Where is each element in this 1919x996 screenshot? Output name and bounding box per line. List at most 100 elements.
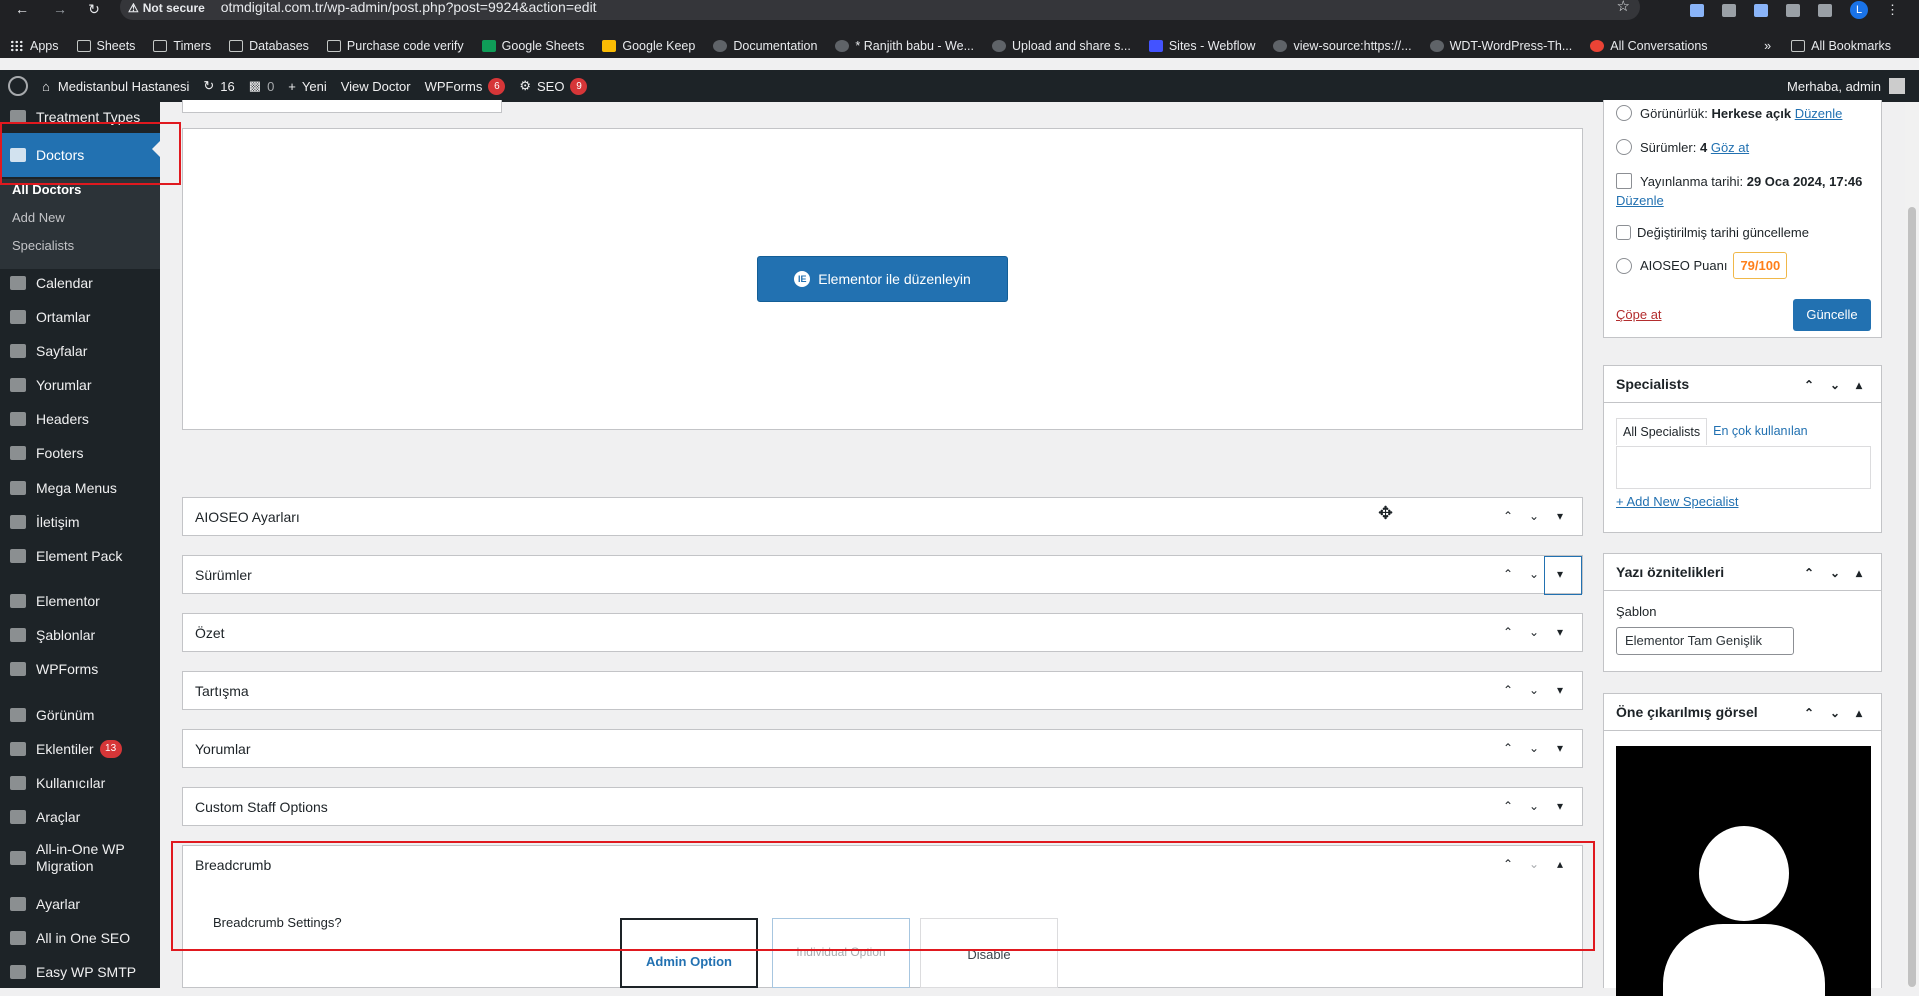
move-up-icon[interactable]: ⌃ [1501, 799, 1515, 813]
tab-most-used[interactable]: En çok kullanılan [1707, 418, 1814, 445]
move-up-icon[interactable]: ⌃ [1501, 741, 1515, 755]
move-down-icon[interactable]: ⌄ [1527, 799, 1541, 813]
menu-sablonlar[interactable]: Şablonlar [0, 618, 160, 652]
address-bar[interactable]: Not secure otmdigital.com.tr/wp-admin/po… [120, 0, 1640, 20]
menu-all-in-one-migration[interactable]: All-in-One WP Migration [0, 837, 160, 879]
all-bookmarks[interactable]: All Bookmarks [1791, 39, 1891, 53]
profile-avatar[interactable]: L [1850, 1, 1868, 19]
menu-yorumlar[interactable]: Yorumlar [0, 368, 160, 402]
toggle-icon[interactable]: ▴ [1856, 706, 1862, 720]
menu-all-in-one-seo[interactable]: All in One SEO [0, 921, 160, 955]
visibility-edit-link[interactable]: Düzenle [1795, 106, 1843, 121]
extension-icon[interactable] [1690, 3, 1704, 17]
move-up-icon[interactable]: ⌃ [1804, 566, 1814, 580]
bookmark-webflow[interactable]: Sites - Webflow [1148, 39, 1255, 53]
bookmark-slack[interactable]: * Ranjith babu - We... [835, 39, 974, 53]
metabox-ozet[interactable]: Özet ⌃ ⌄ ▾ [182, 613, 1583, 652]
bookmark-conversations[interactable]: All Conversations [1590, 39, 1708, 53]
menu-ortamlar[interactable]: Ortamlar [0, 300, 160, 334]
metabox-tartisma[interactable]: Tartışma ⌃ ⌄ ▾ [182, 671, 1583, 710]
toggle-icon[interactable]: ▴ [1856, 378, 1862, 392]
reload-icon[interactable]: ↻ [84, 0, 104, 18]
bookmark-documentation[interactable]: Documentation [713, 39, 817, 53]
move-up-icon[interactable]: ⌃ [1501, 625, 1515, 639]
move-down-icon[interactable]: ⌄ [1830, 566, 1840, 580]
view-doctor-link[interactable]: View Doctor [341, 79, 411, 94]
side-panel-icon[interactable] [1818, 3, 1832, 17]
site-name-link[interactable]: ⌂ Medistanbul Hastanesi [42, 79, 189, 94]
tab-all-specialists[interactable]: All Specialists [1616, 418, 1708, 445]
wpforms-link[interactable]: WPForms 6 [425, 77, 506, 95]
metabox-aioseo[interactable]: AIOSEO Ayarları ✥ ⌃ ⌄ ▾ [182, 497, 1583, 536]
new-link[interactable]: + Yeni [288, 79, 326, 94]
toggle-icon[interactable]: ▾ [1553, 741, 1567, 755]
bookmark-sheets[interactable]: Sheets [76, 39, 135, 53]
submenu-specialists[interactable]: Specialists [12, 238, 74, 253]
menu-element-pack[interactable]: Element Pack [0, 539, 160, 573]
menu-elementor[interactable]: Elementor [0, 584, 160, 618]
toggle-icon[interactable]: ▾ [1553, 567, 1567, 581]
move-up-icon[interactable]: ⌃ [1501, 683, 1515, 697]
menu-iletisim[interactable]: İletişim [0, 505, 160, 539]
toggle-icon[interactable]: ▾ [1553, 625, 1567, 639]
add-new-specialist-link[interactable]: + Add New Specialist [1616, 494, 1738, 509]
menu-mega-menus[interactable]: Mega Menus [0, 471, 160, 505]
move-down-icon[interactable]: ⌄ [1830, 706, 1840, 720]
url-text[interactable]: otmdigital.com.tr/wp-admin/post.php?post… [221, 0, 597, 15]
move-down-icon[interactable]: ⌄ [1527, 625, 1541, 639]
move-up-icon[interactable]: ⌃ [1501, 509, 1515, 523]
menu-headers[interactable]: Headers [0, 402, 160, 436]
menu-eklentiler[interactable]: Eklentiler 13 [0, 732, 160, 766]
move-down-icon[interactable]: ⌄ [1527, 683, 1541, 697]
move-down-icon[interactable]: ⌄ [1527, 509, 1541, 523]
bookmark-google-keep[interactable]: Google Keep [602, 39, 695, 53]
more-bookmarks-button[interactable]: » [1764, 39, 1771, 53]
move-down-icon[interactable]: ⌄ [1527, 741, 1541, 755]
puzzle-icon[interactable] [1786, 3, 1800, 17]
move-up-icon[interactable]: ⌃ [1501, 567, 1515, 581]
not-secure-label[interactable]: Not secure [128, 1, 205, 15]
toggle-icon[interactable]: ▾ [1553, 509, 1567, 523]
menu-gorunum[interactable]: Görünüm [0, 698, 160, 732]
bookmark-purchase-code[interactable]: Purchase code verify [326, 39, 464, 53]
metabox-custom-staff-options[interactable]: Custom Staff Options ⌃ ⌄ ▾ [182, 787, 1583, 826]
menu-calendar[interactable]: Calendar [0, 266, 160, 300]
published-edit-link[interactable]: Düzenle [1616, 193, 1664, 208]
seo-link[interactable]: ⚙ SEO 9 [519, 77, 588, 95]
toggle-icon[interactable]: ▴ [1856, 566, 1862, 580]
update-button[interactable]: Güncelle [1793, 299, 1871, 331]
bookmark-view-source[interactable]: view-source:https://... [1273, 39, 1412, 53]
bookmark-timers[interactable]: Timers [153, 39, 211, 53]
aioseo-score[interactable]: 79/100 [1733, 252, 1788, 279]
template-select[interactable]: Elementor Tam Genişlik [1616, 627, 1794, 655]
submenu-add-new[interactable]: Add New [12, 210, 65, 225]
my-account[interactable]: Merhaba, admin [1787, 70, 1905, 102]
camera-extension-icon[interactable] [1722, 3, 1736, 17]
bookmark-apps[interactable]: Apps [10, 39, 59, 53]
menu-wpforms[interactable]: WPForms [0, 652, 160, 686]
bookmark-star-icon[interactable]: ☆ [1617, 0, 1630, 20]
featured-image[interactable] [1616, 746, 1871, 996]
menu-footers[interactable]: Footers [0, 436, 160, 470]
toggle-icon[interactable]: ▾ [1553, 799, 1567, 813]
toggle-icon[interactable]: ▾ [1553, 683, 1567, 697]
forward-icon[interactable]: → [50, 0, 70, 18]
metabox-surumler[interactable]: Sürümler ⌃ ⌄ ▾ [182, 555, 1583, 595]
translate-extension-icon[interactable] [1754, 3, 1768, 17]
move-down-icon[interactable]: ⌄ [1830, 378, 1840, 392]
bookmark-upload[interactable]: Upload and share s... [992, 39, 1131, 53]
comments-link[interactable]: ▩ 0 [249, 78, 275, 94]
menu-ayarlar[interactable]: Ayarlar [0, 887, 160, 921]
edit-with-elementor-button[interactable]: IE Elementor ile düzenleyin [757, 256, 1008, 302]
updates-link[interactable]: ↻ 16 [203, 78, 234, 94]
revisions-link[interactable]: Göz at [1711, 140, 1749, 155]
scrollbar-thumb[interactable] [1908, 207, 1916, 987]
trash-link[interactable]: Çöpe at [1616, 307, 1662, 322]
page-scrollbar[interactable] [1905, 102, 1919, 988]
browser-menu-icon[interactable]: ⋮ [1886, 2, 1899, 18]
move-up-icon[interactable]: ⌃ [1804, 378, 1814, 392]
modified-checkbox-row[interactable]: Değiştirilmiş tarihi güncelleme [1616, 225, 1809, 240]
modified-checkbox[interactable] [1616, 225, 1631, 240]
back-icon[interactable]: ← [12, 0, 32, 18]
bookmark-google-sheets[interactable]: Google Sheets [481, 39, 584, 53]
